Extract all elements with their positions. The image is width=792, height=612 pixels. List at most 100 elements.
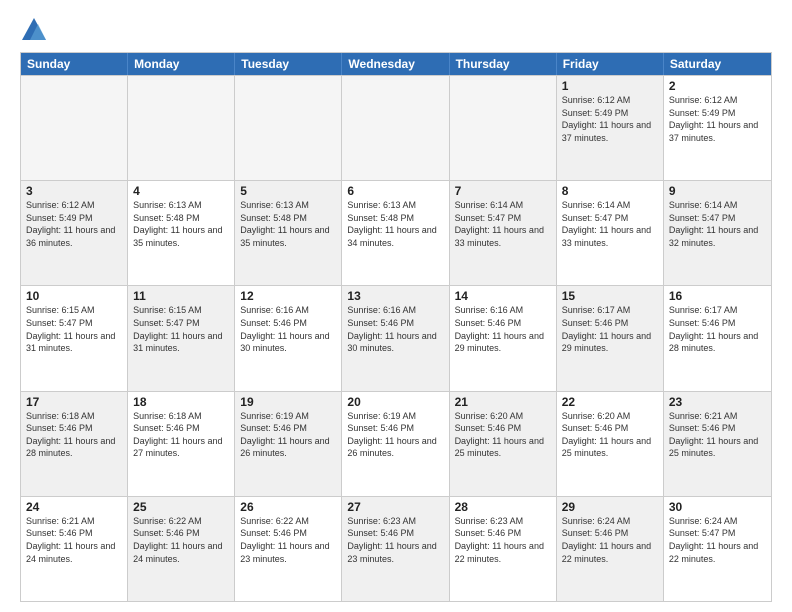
calendar-cell: 15Sunrise: 6:17 AM Sunset: 5:46 PM Dayli… bbox=[557, 286, 664, 390]
day-number: 4 bbox=[133, 184, 229, 198]
day-number: 11 bbox=[133, 289, 229, 303]
calendar-cell: 8Sunrise: 6:14 AM Sunset: 5:47 PM Daylig… bbox=[557, 181, 664, 285]
calendar-cell: 24Sunrise: 6:21 AM Sunset: 5:46 PM Dayli… bbox=[21, 497, 128, 601]
cell-info: Sunrise: 6:16 AM Sunset: 5:46 PM Dayligh… bbox=[347, 304, 443, 354]
calendar-cell: 11Sunrise: 6:15 AM Sunset: 5:47 PM Dayli… bbox=[128, 286, 235, 390]
cell-info: Sunrise: 6:18 AM Sunset: 5:46 PM Dayligh… bbox=[133, 410, 229, 460]
calendar-cell bbox=[235, 76, 342, 180]
cell-info: Sunrise: 6:13 AM Sunset: 5:48 PM Dayligh… bbox=[347, 199, 443, 249]
calendar-cell: 17Sunrise: 6:18 AM Sunset: 5:46 PM Dayli… bbox=[21, 392, 128, 496]
calendar-cell: 23Sunrise: 6:21 AM Sunset: 5:46 PM Dayli… bbox=[664, 392, 771, 496]
calendar-cell: 9Sunrise: 6:14 AM Sunset: 5:47 PM Daylig… bbox=[664, 181, 771, 285]
calendar-cell: 1Sunrise: 6:12 AM Sunset: 5:49 PM Daylig… bbox=[557, 76, 664, 180]
cell-info: Sunrise: 6:22 AM Sunset: 5:46 PM Dayligh… bbox=[133, 515, 229, 565]
cell-info: Sunrise: 6:21 AM Sunset: 5:46 PM Dayligh… bbox=[669, 410, 766, 460]
cell-info: Sunrise: 6:24 AM Sunset: 5:47 PM Dayligh… bbox=[669, 515, 766, 565]
calendar-cell: 12Sunrise: 6:16 AM Sunset: 5:46 PM Dayli… bbox=[235, 286, 342, 390]
day-number: 21 bbox=[455, 395, 551, 409]
day-number: 30 bbox=[669, 500, 766, 514]
calendar: SundayMondayTuesdayWednesdayThursdayFrid… bbox=[20, 52, 772, 602]
cell-info: Sunrise: 6:16 AM Sunset: 5:46 PM Dayligh… bbox=[455, 304, 551, 354]
day-number: 1 bbox=[562, 79, 658, 93]
calendar-cell: 2Sunrise: 6:12 AM Sunset: 5:49 PM Daylig… bbox=[664, 76, 771, 180]
header-day-wednesday: Wednesday bbox=[342, 53, 449, 75]
cell-info: Sunrise: 6:20 AM Sunset: 5:46 PM Dayligh… bbox=[455, 410, 551, 460]
calendar-row-3: 10Sunrise: 6:15 AM Sunset: 5:47 PM Dayli… bbox=[21, 285, 771, 390]
cell-info: Sunrise: 6:19 AM Sunset: 5:46 PM Dayligh… bbox=[240, 410, 336, 460]
cell-info: Sunrise: 6:21 AM Sunset: 5:46 PM Dayligh… bbox=[26, 515, 122, 565]
day-number: 3 bbox=[26, 184, 122, 198]
day-number: 22 bbox=[562, 395, 658, 409]
calendar-cell bbox=[342, 76, 449, 180]
day-number: 17 bbox=[26, 395, 122, 409]
header-day-saturday: Saturday bbox=[664, 53, 771, 75]
day-number: 5 bbox=[240, 184, 336, 198]
calendar-cell: 26Sunrise: 6:22 AM Sunset: 5:46 PM Dayli… bbox=[235, 497, 342, 601]
cell-info: Sunrise: 6:19 AM Sunset: 5:46 PM Dayligh… bbox=[347, 410, 443, 460]
cell-info: Sunrise: 6:15 AM Sunset: 5:47 PM Dayligh… bbox=[26, 304, 122, 354]
calendar-cell: 18Sunrise: 6:18 AM Sunset: 5:46 PM Dayli… bbox=[128, 392, 235, 496]
cell-info: Sunrise: 6:16 AM Sunset: 5:46 PM Dayligh… bbox=[240, 304, 336, 354]
calendar-row-5: 24Sunrise: 6:21 AM Sunset: 5:46 PM Dayli… bbox=[21, 496, 771, 601]
calendar-cell: 16Sunrise: 6:17 AM Sunset: 5:46 PM Dayli… bbox=[664, 286, 771, 390]
day-number: 27 bbox=[347, 500, 443, 514]
calendar-cell: 5Sunrise: 6:13 AM Sunset: 5:48 PM Daylig… bbox=[235, 181, 342, 285]
calendar-cell: 30Sunrise: 6:24 AM Sunset: 5:47 PM Dayli… bbox=[664, 497, 771, 601]
calendar-cell: 28Sunrise: 6:23 AM Sunset: 5:46 PM Dayli… bbox=[450, 497, 557, 601]
cell-info: Sunrise: 6:14 AM Sunset: 5:47 PM Dayligh… bbox=[562, 199, 658, 249]
calendar-row-2: 3Sunrise: 6:12 AM Sunset: 5:49 PM Daylig… bbox=[21, 180, 771, 285]
cell-info: Sunrise: 6:24 AM Sunset: 5:46 PM Dayligh… bbox=[562, 515, 658, 565]
cell-info: Sunrise: 6:12 AM Sunset: 5:49 PM Dayligh… bbox=[26, 199, 122, 249]
cell-info: Sunrise: 6:14 AM Sunset: 5:47 PM Dayligh… bbox=[455, 199, 551, 249]
cell-info: Sunrise: 6:13 AM Sunset: 5:48 PM Dayligh… bbox=[240, 199, 336, 249]
logo bbox=[20, 16, 52, 44]
day-number: 6 bbox=[347, 184, 443, 198]
cell-info: Sunrise: 6:20 AM Sunset: 5:46 PM Dayligh… bbox=[562, 410, 658, 460]
day-number: 7 bbox=[455, 184, 551, 198]
calendar-cell: 10Sunrise: 6:15 AM Sunset: 5:47 PM Dayli… bbox=[21, 286, 128, 390]
cell-info: Sunrise: 6:17 AM Sunset: 5:46 PM Dayligh… bbox=[562, 304, 658, 354]
calendar-cell: 3Sunrise: 6:12 AM Sunset: 5:49 PM Daylig… bbox=[21, 181, 128, 285]
header-day-sunday: Sunday bbox=[21, 53, 128, 75]
calendar-cell: 14Sunrise: 6:16 AM Sunset: 5:46 PM Dayli… bbox=[450, 286, 557, 390]
calendar-cell: 20Sunrise: 6:19 AM Sunset: 5:46 PM Dayli… bbox=[342, 392, 449, 496]
cell-info: Sunrise: 6:15 AM Sunset: 5:47 PM Dayligh… bbox=[133, 304, 229, 354]
calendar-cell: 29Sunrise: 6:24 AM Sunset: 5:46 PM Dayli… bbox=[557, 497, 664, 601]
calendar-cell: 25Sunrise: 6:22 AM Sunset: 5:46 PM Dayli… bbox=[128, 497, 235, 601]
day-number: 28 bbox=[455, 500, 551, 514]
calendar-body: 1Sunrise: 6:12 AM Sunset: 5:49 PM Daylig… bbox=[21, 75, 771, 601]
calendar-cell: 13Sunrise: 6:16 AM Sunset: 5:46 PM Dayli… bbox=[342, 286, 449, 390]
header-day-tuesday: Tuesday bbox=[235, 53, 342, 75]
day-number: 19 bbox=[240, 395, 336, 409]
header-day-monday: Monday bbox=[128, 53, 235, 75]
cell-info: Sunrise: 6:13 AM Sunset: 5:48 PM Dayligh… bbox=[133, 199, 229, 249]
day-number: 9 bbox=[669, 184, 766, 198]
day-number: 12 bbox=[240, 289, 336, 303]
day-number: 25 bbox=[133, 500, 229, 514]
calendar-cell: 4Sunrise: 6:13 AM Sunset: 5:48 PM Daylig… bbox=[128, 181, 235, 285]
calendar-cell bbox=[450, 76, 557, 180]
calendar-cell: 21Sunrise: 6:20 AM Sunset: 5:46 PM Dayli… bbox=[450, 392, 557, 496]
header-day-thursday: Thursday bbox=[450, 53, 557, 75]
day-number: 14 bbox=[455, 289, 551, 303]
calendar-cell: 22Sunrise: 6:20 AM Sunset: 5:46 PM Dayli… bbox=[557, 392, 664, 496]
header bbox=[20, 16, 772, 44]
cell-info: Sunrise: 6:12 AM Sunset: 5:49 PM Dayligh… bbox=[562, 94, 658, 144]
cell-info: Sunrise: 6:23 AM Sunset: 5:46 PM Dayligh… bbox=[455, 515, 551, 565]
day-number: 23 bbox=[669, 395, 766, 409]
calendar-cell bbox=[128, 76, 235, 180]
calendar-row-1: 1Sunrise: 6:12 AM Sunset: 5:49 PM Daylig… bbox=[21, 75, 771, 180]
cell-info: Sunrise: 6:22 AM Sunset: 5:46 PM Dayligh… bbox=[240, 515, 336, 565]
calendar-cell bbox=[21, 76, 128, 180]
day-number: 18 bbox=[133, 395, 229, 409]
day-number: 10 bbox=[26, 289, 122, 303]
day-number: 13 bbox=[347, 289, 443, 303]
cell-info: Sunrise: 6:18 AM Sunset: 5:46 PM Dayligh… bbox=[26, 410, 122, 460]
day-number: 29 bbox=[562, 500, 658, 514]
page: SundayMondayTuesdayWednesdayThursdayFrid… bbox=[0, 0, 792, 612]
day-number: 15 bbox=[562, 289, 658, 303]
calendar-row-4: 17Sunrise: 6:18 AM Sunset: 5:46 PM Dayli… bbox=[21, 391, 771, 496]
day-number: 16 bbox=[669, 289, 766, 303]
cell-info: Sunrise: 6:14 AM Sunset: 5:47 PM Dayligh… bbox=[669, 199, 766, 249]
cell-info: Sunrise: 6:23 AM Sunset: 5:46 PM Dayligh… bbox=[347, 515, 443, 565]
